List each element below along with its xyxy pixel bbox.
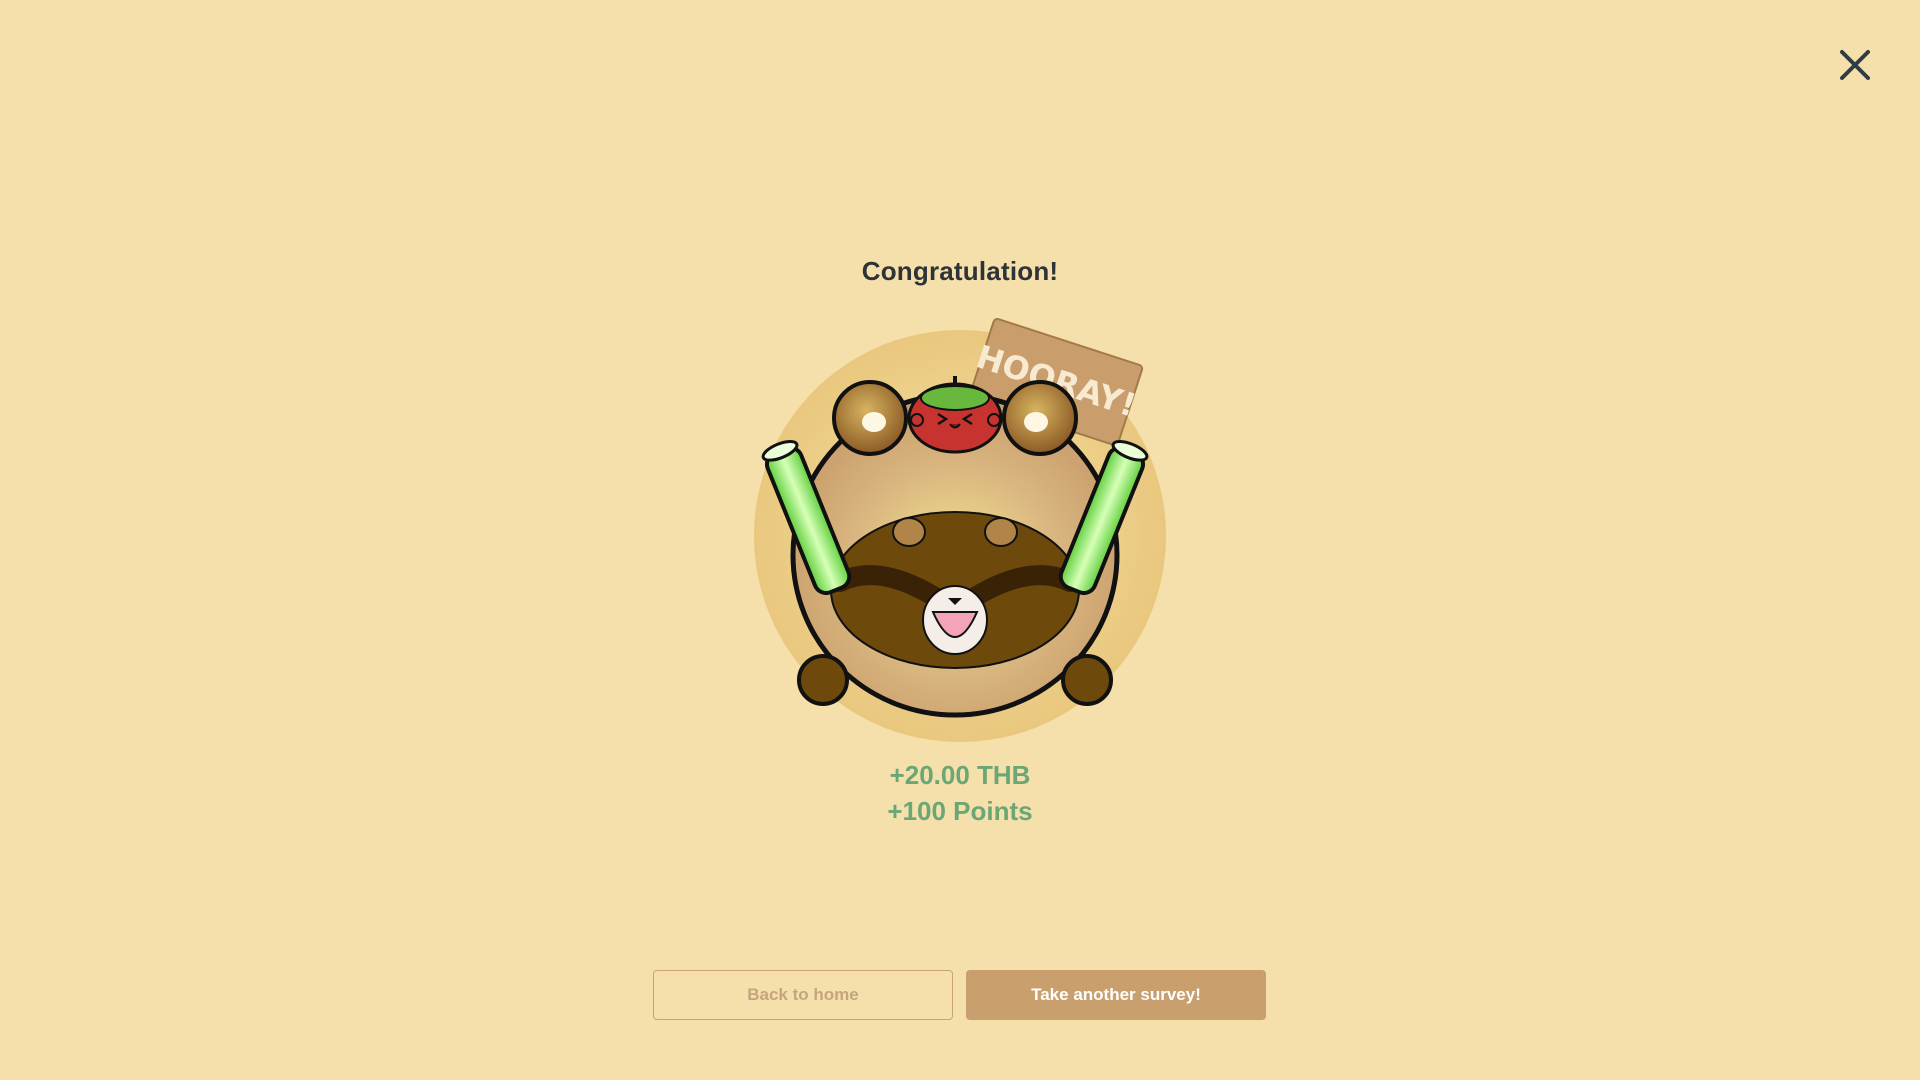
- close-button[interactable]: [1837, 47, 1873, 83]
- reward-points: +100 Points: [887, 796, 1033, 826]
- completion-screen: Congratulation! HOORAY! +20.00 THB +100 …: [0, 0, 1920, 1080]
- back-to-home-button[interactable]: Back to home: [653, 970, 953, 1020]
- page-title: Congratulation!: [861, 256, 1059, 286]
- celebration-mascot-illustration: HOORAY!: [754, 317, 1166, 742]
- reward-money: +20.00 THB: [889, 760, 1031, 790]
- take-another-survey-button[interactable]: Take another survey!: [966, 970, 1266, 1020]
- close-icon: [1840, 50, 1870, 80]
- reward-summary: +20.00 THB +100 Points: [0, 757, 1920, 829]
